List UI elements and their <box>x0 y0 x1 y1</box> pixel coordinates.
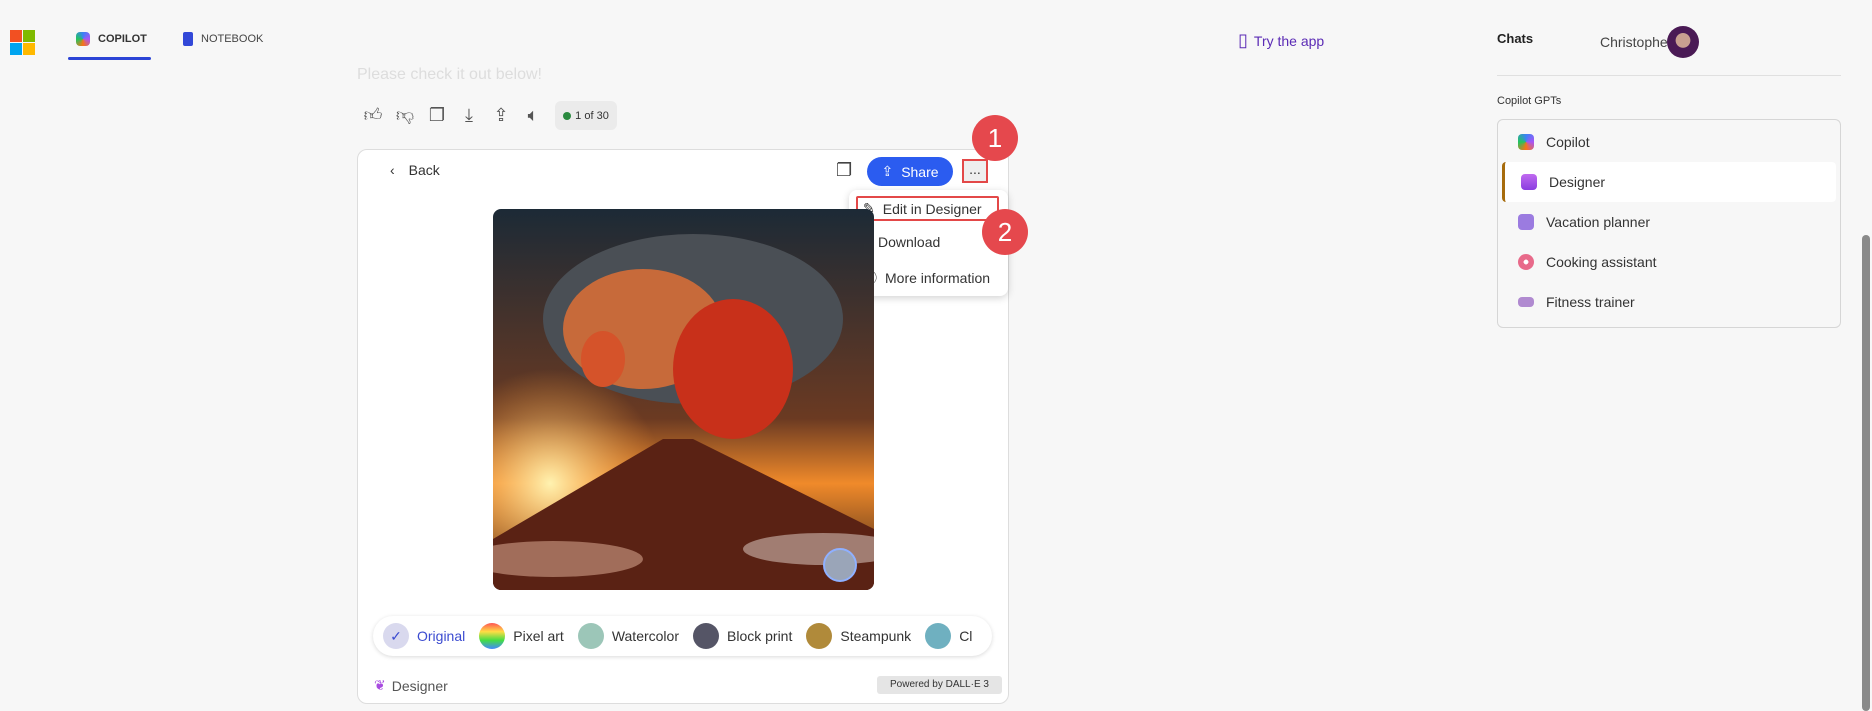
divider <box>1497 75 1841 76</box>
counter-text: 1 of 30 <box>575 109 609 122</box>
style-label: Steampunk <box>840 628 912 644</box>
style-watercolor[interactable]: Watercolor <box>577 623 679 649</box>
style-label: Original <box>417 628 466 644</box>
copy-icon[interactable]: ❐ <box>836 160 852 181</box>
copy-icon[interactable]: ❐ <box>426 105 448 126</box>
menu-item-more-information[interactable]: ⓘMore information <box>863 268 990 288</box>
tab-label: COPILOT <box>98 33 147 45</box>
back-label: Back <box>408 162 440 178</box>
gpt-label: Designer <box>1549 174 1606 190</box>
style-block-print[interactable]: Block print <box>693 623 792 649</box>
claymation-thumb <box>925 623 952 649</box>
dumbbell-icon <box>1518 297 1534 307</box>
message-text: Please check it out below! <box>357 66 542 83</box>
gpt-item-vacation-planner[interactable]: Vacation planner <box>1502 202 1836 242</box>
style-label: Block print <box>727 628 793 644</box>
brand-label: Designer <box>391 677 448 694</box>
gpts-list: Copilot Designer Vacation planner Cookin… <box>1497 119 1841 328</box>
active-tab-indicator <box>68 57 151 60</box>
style-label: Pixel art <box>513 628 564 644</box>
speaker-icon[interactable]: 🔈︎ <box>522 105 544 126</box>
watercolor-thumb <box>577 623 604 649</box>
share-button[interactable]: ⇪ Share <box>867 157 953 186</box>
generated-image[interactable] <box>493 209 874 590</box>
thumbs-down-icon[interactable]: 👎︎ <box>394 104 416 126</box>
try-the-app-link[interactable]: ▯ Try the app <box>1238 30 1324 51</box>
suitcase-icon <box>1518 214 1534 230</box>
gpt-item-fitness-trainer[interactable]: Fitness trainer <box>1502 282 1836 322</box>
gpt-label: Fitness trainer <box>1546 294 1635 310</box>
thumbs-up-icon[interactable]: 👍︎ <box>362 104 384 126</box>
style-claymation[interactable]: Cl <box>925 623 972 649</box>
style-label: Watercolor <box>611 628 679 644</box>
share-icon: ⇪ <box>881 163 894 179</box>
copilot-icon <box>76 32 90 46</box>
download-icon[interactable]: ⤓ <box>458 105 480 126</box>
pixel-art-thumb <box>479 623 506 649</box>
notebook-icon <box>183 32 193 46</box>
share-icon[interactable]: ⇪ <box>490 105 512 126</box>
style-steampunk[interactable]: Steampunk <box>806 623 911 649</box>
microsoft-logo[interactable] <box>10 30 35 55</box>
section-label: Copilot GPTs <box>1497 95 1562 107</box>
phone-icon: ▯ <box>1238 30 1248 50</box>
powered-by-badge: Powered by DALL·E 3 <box>877 676 1002 694</box>
block-print-thumb <box>693 623 719 649</box>
status-dot <box>563 111 572 120</box>
menu-label: More information <box>885 270 991 286</box>
gpt-label: Copilot <box>1546 134 1590 150</box>
donut-icon <box>1518 254 1534 270</box>
gpt-item-copilot[interactable]: Copilot <box>1502 122 1836 162</box>
gpt-item-cooking-assistant[interactable]: Cooking assistant <box>1502 242 1836 282</box>
step-badge-1: 1 <box>972 115 1018 161</box>
back-button[interactable]: ‹ Back <box>390 162 440 178</box>
menu-label: Download <box>878 234 941 250</box>
designer-icon: ❦ <box>374 677 386 693</box>
style-original[interactable]: ✓ Original <box>383 623 465 649</box>
gpt-label: Vacation planner <box>1546 214 1651 230</box>
more-options-button[interactable]: ... <box>962 159 988 183</box>
designer-icon <box>1521 174 1537 190</box>
step-badge-2: 2 <box>982 209 1028 255</box>
scrollbar[interactable] <box>1862 235 1870 711</box>
gpt-item-designer[interactable]: Designer <box>1502 162 1836 202</box>
steampunk-thumb <box>806 623 833 649</box>
chevron-left-icon: ‹ <box>390 162 395 178</box>
try-app-label: Try the app <box>1253 32 1325 49</box>
share-label: Share <box>901 163 939 180</box>
designer-brand: ❦ Designer <box>374 677 448 694</box>
tab-notebook[interactable]: NOTEBOOK <box>183 30 263 48</box>
menu-item-download[interactable]: ↓Download <box>863 234 940 250</box>
copilot-icon <box>1518 134 1534 150</box>
response-counter: 1 of 30 <box>555 101 617 130</box>
checkmark-icon: ✓ <box>383 623 409 649</box>
highlight-box <box>856 196 999 221</box>
gpt-label: Cooking assistant <box>1546 254 1657 270</box>
message-actions: 👍︎ 👎︎ ❐ ⤓ ⇪ 🔈︎ <box>362 104 544 126</box>
style-pixel-art[interactable]: Pixel art <box>479 623 564 649</box>
style-selector: ✓ Original Pixel art Watercolor Block pri… <box>373 616 992 656</box>
style-label: Cl <box>959 628 973 644</box>
tab-copilot[interactable]: COPILOT <box>76 30 147 48</box>
avatar[interactable] <box>1667 26 1699 58</box>
sidebar-title: Chats <box>1497 31 1534 46</box>
tab-label: NOTEBOOK <box>201 33 264 45</box>
